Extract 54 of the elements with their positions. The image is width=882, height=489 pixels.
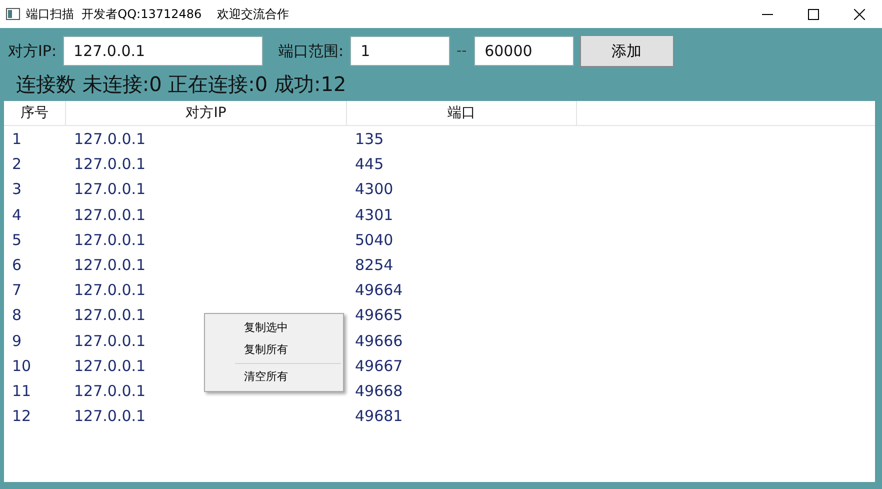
table-cell: 127.0.0.1 <box>74 382 146 400</box>
table-cell: 49665 <box>355 306 403 324</box>
app-icon <box>6 8 20 20</box>
table-cell: 127.0.0.1 <box>74 281 146 300</box>
table-cell: 10 <box>12 356 32 375</box>
table-cell: 4 <box>12 206 22 224</box>
menu-item[interactable]: 复制选中 <box>205 317 343 339</box>
table-cell: 127.0.0.1 <box>74 130 146 148</box>
table-cell: 9 <box>12 332 22 350</box>
add-button[interactable]: 添加 <box>580 35 674 67</box>
status-text: 连接数 未连接:0 正在连接:0 成功:12 <box>16 71 348 98</box>
table-cell: 127.0.0.1 <box>74 306 146 324</box>
table-cell: 5040 <box>355 230 394 249</box>
maximize-icon <box>808 8 818 20</box>
table-cell: 49668 <box>355 382 403 400</box>
ip-field[interactable]: 127.0.0.1 <box>62 36 263 66</box>
menu-item[interactable]: 清空所有 <box>205 366 343 388</box>
table-cell: 127.0.0.1 <box>74 230 146 249</box>
table-cell: 49667 <box>355 356 403 375</box>
table-cell: 127.0.0.1 <box>74 155 146 174</box>
table-cell: 49666 <box>355 332 403 350</box>
table-cell: 127.0.0.1 <box>74 256 146 274</box>
table-cell: 12 <box>12 407 32 426</box>
table-cell: 2 <box>12 155 22 174</box>
table-cell: 4300 <box>355 180 394 198</box>
table-cell: 127.0.0.1 <box>74 332 146 350</box>
window-title: 端口扫描 开发者QQ:13712486 欢迎交流合作 <box>26 6 289 22</box>
table-cell: 127.0.0.1 <box>74 206 146 224</box>
ip-label: 对方IP: <box>8 42 57 60</box>
table-cell: 6 <box>12 256 22 274</box>
table-cell: 8254 <box>355 256 394 274</box>
table-cell: 127.0.0.1 <box>74 407 146 426</box>
table-cell: 5 <box>12 230 22 249</box>
table-cell: 127.0.0.1 <box>74 180 146 198</box>
column-header[interactable]: 序号 <box>4 101 66 125</box>
close-icon <box>854 8 864 20</box>
table-cell: 3 <box>12 180 22 198</box>
table-cell: 7 <box>12 281 22 300</box>
menu-item[interactable]: 复制所有 <box>205 339 343 361</box>
table-cell: 445 <box>355 155 384 174</box>
table-cell: 1 <box>12 130 22 148</box>
table-cell: 127.0.0.1 <box>74 356 146 375</box>
table-cell: 11 <box>12 382 32 400</box>
port-to-field[interactable]: 60000 <box>474 36 574 66</box>
port-from-field[interactable]: 1 <box>350 36 450 66</box>
port-range-label: 端口范围: <box>278 42 344 60</box>
table-cell: 49681 <box>355 407 403 426</box>
range-separator: -- <box>456 43 468 59</box>
table-cell: 49664 <box>355 281 403 300</box>
table-cell: 135 <box>355 130 384 148</box>
table-cell: 8 <box>12 306 22 324</box>
column-header[interactable]: 端口 <box>347 101 577 125</box>
table-cell: 4301 <box>355 206 394 224</box>
column-header[interactable]: 对方IP <box>66 101 347 125</box>
